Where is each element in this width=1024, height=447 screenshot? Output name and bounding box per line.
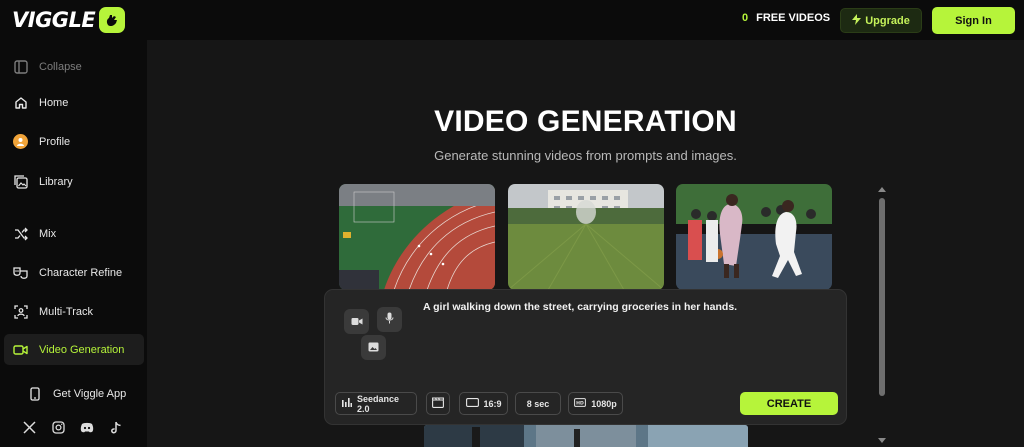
resolution-selector[interactable]: HD 1080p <box>568 392 623 415</box>
sidebar-item-label: Character Refine <box>39 266 123 279</box>
aspect-ratio-selector[interactable]: 16:9 <box>459 392 508 415</box>
video-camera-icon <box>351 313 363 331</box>
credits-label: FREE VIDEOS <box>756 12 831 24</box>
scroll-up-arrow-icon[interactable] <box>878 187 886 192</box>
bars-icon <box>342 398 352 409</box>
model-selector[interactable]: Seedance 2.0 <box>335 392 417 415</box>
upgrade-label: Upgrade <box>865 14 910 27</box>
aspect-ratio-icon <box>465 398 479 409</box>
resolution-label: 1080p <box>591 398 617 409</box>
profile-icon <box>13 134 28 149</box>
video-camera-icon <box>13 342 28 357</box>
add-image-button[interactable] <box>361 335 386 360</box>
sidebar-item-label: Mix <box>39 227 57 240</box>
logo-text: VIGGLE <box>12 8 96 32</box>
home-icon <box>13 95 28 110</box>
credits-count: 0 <box>742 12 749 24</box>
library-icon <box>13 174 28 189</box>
collapse-button[interactable]: Collapse <box>4 51 144 82</box>
microphone-icon <box>385 311 394 329</box>
sidebar-item-home[interactable]: Home <box>4 87 144 118</box>
sidebar-item-label: Library <box>39 175 73 188</box>
instagram-icon[interactable] <box>51 420 65 434</box>
example-video-basketball[interactable] <box>676 184 832 290</box>
example-video-field[interactable] <box>508 184 664 290</box>
model-label: Seedance 2.0 <box>357 393 400 414</box>
clapperboard-button[interactable] <box>426 392 450 415</box>
sidebar-item-library[interactable]: Library <box>4 166 144 197</box>
social-links <box>22 420 123 434</box>
sidebar-item-multi-track[interactable]: Multi-Track <box>4 296 144 327</box>
get-viggle-app-link[interactable]: Get Viggle App <box>18 378 144 409</box>
sidebar-item-mix[interactable]: Mix <box>4 218 144 249</box>
free-videos-counter: 0 FREE VIDEOS <box>742 12 830 24</box>
create-button[interactable]: CREATE <box>740 392 838 415</box>
shuffle-icon <box>13 226 28 241</box>
prompt-input[interactable]: A girl walking down the street, carrying… <box>423 301 737 313</box>
sidebar-item-label: Profile <box>39 135 71 148</box>
phone-icon <box>27 386 42 401</box>
lightning-icon <box>852 13 862 28</box>
aspect-label: 16:9 <box>483 398 502 409</box>
page-title: VIDEO GENERATION <box>434 105 737 138</box>
scroll-down-arrow-icon[interactable] <box>878 438 886 443</box>
sidebar-item-label: Home <box>39 96 69 109</box>
hd-icon: HD <box>574 398 587 409</box>
upgrade-button[interactable]: Upgrade <box>840 8 922 33</box>
add-video-button[interactable] <box>344 309 369 334</box>
collapse-icon <box>13 59 28 74</box>
duration-selector[interactable]: 8 sec <box>515 392 561 415</box>
masks-icon <box>13 265 28 280</box>
collapse-label: Collapse <box>39 60 82 73</box>
clapperboard-icon <box>432 397 444 410</box>
sidebar-item-video-generation[interactable]: Video Generation <box>4 334 144 365</box>
viggle-logo[interactable]: VIGGLE <box>12 7 126 33</box>
page-subtitle: Generate stunning videos from prompts an… <box>434 148 737 163</box>
sidebar-item-character-refine[interactable]: Character Refine <box>4 257 144 288</box>
get-app-label: Get Viggle App <box>53 387 127 400</box>
hand-logo-icon <box>99 7 126 33</box>
prompt-panel: A girl walking down the street, carrying… <box>324 289 847 425</box>
multi-track-icon <box>13 304 28 319</box>
sidebar-item-label: Multi-Track <box>39 305 93 318</box>
scrollbar-thumb[interactable] <box>879 198 885 396</box>
sidebar-item-profile[interactable]: Profile <box>4 126 144 157</box>
tiktok-icon[interactable] <box>109 420 123 434</box>
image-icon <box>368 339 379 357</box>
discord-icon[interactable] <box>80 420 94 434</box>
sign-in-button[interactable]: Sign In <box>932 7 1015 34</box>
x-icon[interactable] <box>22 420 36 434</box>
example-video-track[interactable] <box>339 184 495 290</box>
sidebar-item-label: Video Generation <box>39 343 125 356</box>
top-bar: VIGGLE 0 FREE VIDEOS Upgrade Sign In <box>0 0 1024 40</box>
svg-text:HD: HD <box>576 401 584 407</box>
example-video-row-partial[interactable] <box>424 425 748 447</box>
add-audio-button[interactable] <box>377 307 402 332</box>
